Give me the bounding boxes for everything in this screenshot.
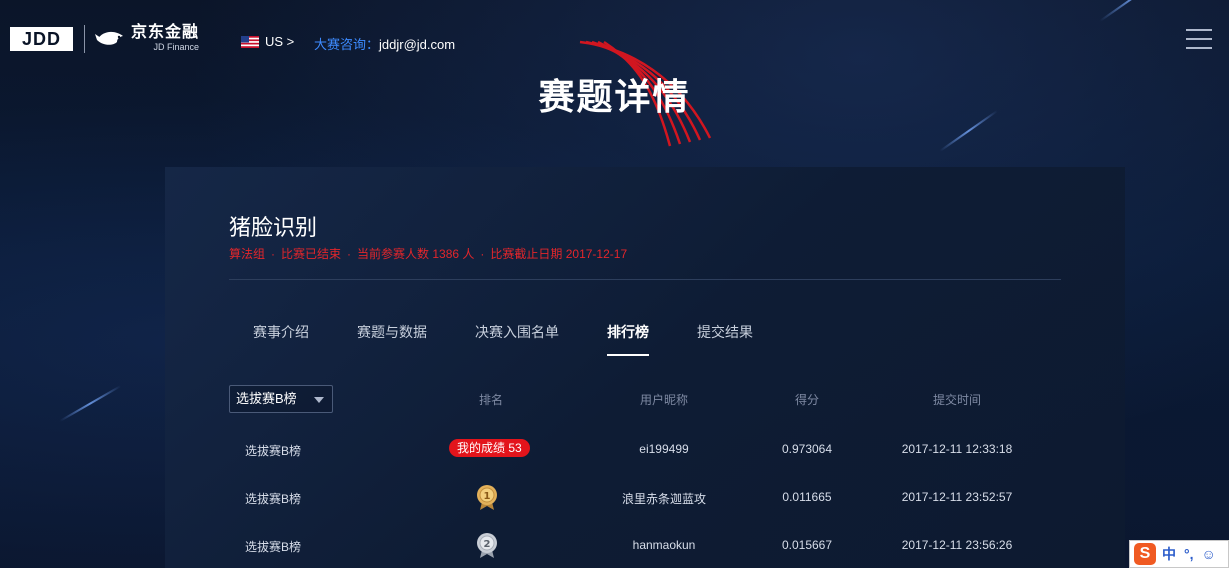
col-header-user: 用户昵称 [639, 393, 688, 407]
cell-time: 2017-12-11 23:52:57 [901, 490, 1013, 504]
cell-time: 2017-12-11 12:33:18 [901, 442, 1013, 456]
language-switch[interactable]: US > [241, 34, 294, 49]
tab-intro[interactable]: 赛事介绍 [253, 322, 309, 356]
meta-deadline: 比赛截止日期 2017-12-17 [490, 247, 628, 261]
logo-cn-text: 京东金融 [131, 24, 200, 41]
col-header-score: 得分 [794, 393, 819, 407]
cell-user: ei199499 [639, 442, 689, 456]
tab-leaderboard[interactable]: 排行榜 [607, 322, 649, 356]
cell-time: 2017-12-11 23:56:26 [901, 538, 1013, 552]
us-flag-icon [241, 35, 259, 48]
title-divider [229, 279, 1061, 280]
meta-participants: 当前参赛人数 1386 人 [357, 247, 475, 261]
cell-board: 选拔赛B榜 [244, 444, 301, 458]
jdd-logo[interactable]: JDD [10, 27, 73, 51]
cell-board: 选拔赛B榜 [244, 492, 301, 506]
contact-email-link[interactable]: jddjr@jd.com [379, 37, 455, 52]
cell-score: 0.015667 [781, 538, 833, 552]
meta-group: 算法组 [229, 247, 266, 261]
silver-medal-icon: 2 [477, 533, 497, 558]
tab-bar: 赛事介绍 赛题与数据 决赛入围名单 排行榜 提交结果 [229, 322, 801, 356]
cell-score: 0.011665 [782, 490, 832, 504]
logo-divider [84, 25, 85, 53]
col-header-time: 提交时间 [932, 393, 981, 407]
tab-data[interactable]: 赛题与数据 [357, 322, 427, 356]
tab-submit[interactable]: 提交结果 [697, 322, 753, 356]
cell-user: 浪里赤条迦蓝攻 [621, 492, 706, 506]
board-select-value: 选拔赛B榜 [236, 391, 297, 406]
fish-logo-icon [95, 31, 123, 45]
medal-rank-2: 2 [484, 539, 491, 550]
logo-en-text: JD Finance [153, 42, 200, 52]
competition-meta: 算法组 · 比赛已结束 · 当前参赛人数 1386 人 · 比赛截止日期 2017-12-1… [229, 247, 628, 261]
medal-rank-1: 1 [484, 491, 491, 502]
competition-title: 猪脸识别 [229, 215, 318, 240]
my-rank-badge: 我的成绩 53 [449, 439, 530, 457]
chevron-down-icon [314, 397, 324, 403]
cell-board: 选拔赛B榜 [244, 540, 301, 554]
ime-toolbar[interactable]: S 中 °, ☺ [1129, 540, 1229, 568]
gold-medal-icon: 1 [477, 485, 497, 510]
board-select[interactable]: 选拔赛B榜 [229, 385, 333, 413]
sogou-logo-icon[interactable]: S [1134, 543, 1156, 565]
ime-emoji-icon[interactable]: ☺ [1202, 546, 1216, 562]
jd-finance-logo[interactable]: 京东金融 JD Finance [95, 25, 199, 52]
contact-label: 大赛咨询： [314, 37, 380, 52]
language-label: US > [265, 34, 295, 49]
page-title: 赛题详情 [538, 76, 691, 117]
hamburger-menu-icon[interactable] [1186, 29, 1212, 51]
col-header-rank: 排名 [478, 393, 503, 407]
tab-finalists[interactable]: 决赛入围名单 [475, 322, 559, 356]
competition-panel: 猪脸识别 算法组 · 比赛已结束 · 当前参赛人数 1386 人 · 比赛截止日期 2017… [165, 167, 1125, 568]
ime-punctuation[interactable]: °, [1184, 546, 1194, 562]
ime-mode-chinese[interactable]: 中 [1162, 544, 1176, 564]
cell-score: 0.973064 [781, 442, 833, 456]
contact-info: 大赛咨询：jddjr@jd.com [314, 34, 455, 53]
meta-status: 比赛已结束 [281, 247, 342, 261]
cell-user: hanmaokun [632, 538, 696, 552]
